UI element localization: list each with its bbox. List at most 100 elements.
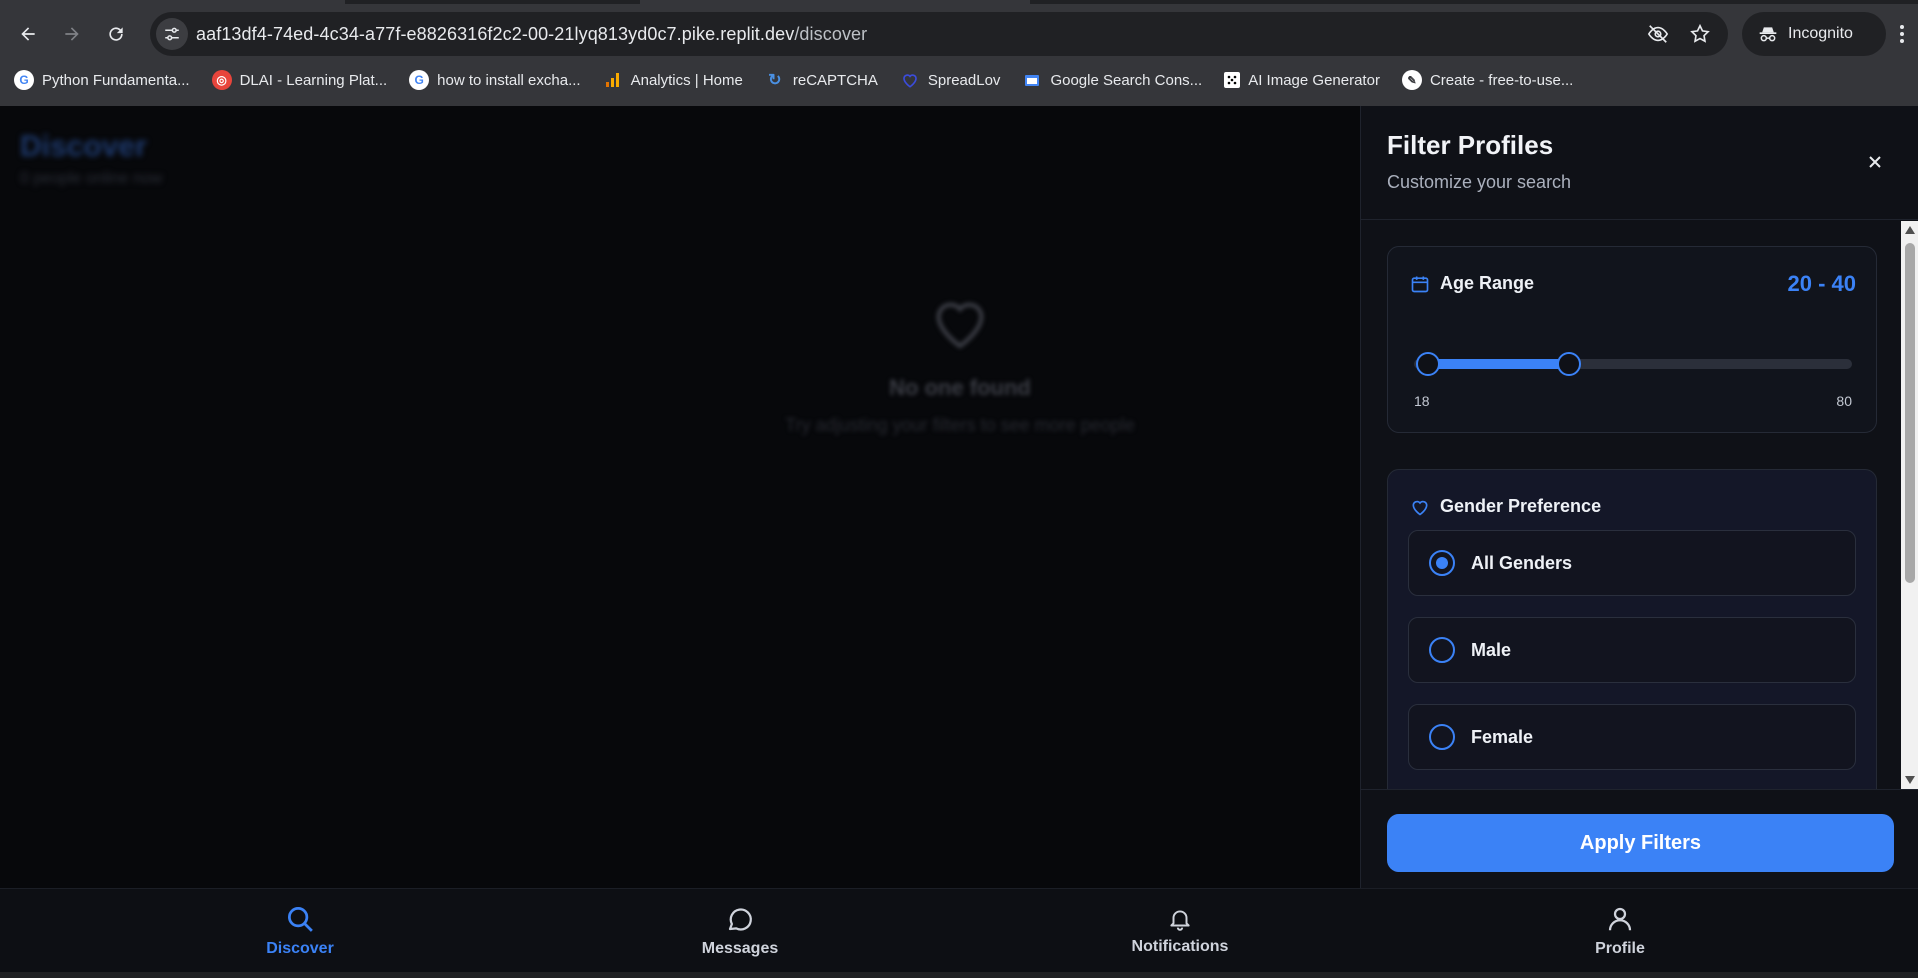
bookmark-item[interactable]: ✎ Create - free-to-use...: [1401, 70, 1574, 90]
gender-preference-card: Gender Preference All Genders Male Femal…: [1387, 469, 1877, 789]
online-count: 0 people online now: [20, 170, 163, 187]
bookmark-item[interactable]: G Python Fundamenta...: [14, 70, 190, 90]
gender-option-label: Female: [1471, 726, 1534, 747]
filter-panel-subtitle: Customize your search: [1387, 172, 1572, 192]
bookmark-item[interactable]: ◎ DLAI - Learning Plat...: [211, 70, 388, 90]
gender-preference-label: Gender Preference: [1440, 496, 1602, 516]
address-bar[interactable]: aaf13df4-74ed-4c34-a77f-e8826316f2c2-00-…: [150, 12, 1728, 56]
bookmark-item[interactable]: Google Search Cons...: [1022, 70, 1202, 90]
gender-option-label: Male: [1471, 639, 1512, 660]
dice-icon: [1224, 72, 1241, 88]
bookmark-item[interactable]: G how to install excha...: [409, 70, 581, 90]
nav-label: Profile: [1595, 940, 1645, 957]
heart-icon: [936, 302, 984, 349]
gender-option[interactable]: Female: [1408, 704, 1856, 770]
age-slider[interactable]: [1414, 352, 1852, 376]
age-range-card: Age Range 20 - 40 18 80: [1387, 246, 1877, 433]
browser-chrome: aaf13df4-74ed-4c34-a77f-e8826316f2c2-00-…: [0, 0, 1918, 106]
bookmark-label: how to install excha...: [437, 71, 581, 89]
age-slider-fill: [1428, 359, 1570, 369]
tab-inactive[interactable]: [640, 0, 1030, 4]
gender-preference-heading: Gender Preference: [1410, 496, 1601, 517]
eye-off-icon[interactable]: [1646, 22, 1670, 46]
scrollbar-thumb[interactable]: [1905, 243, 1915, 583]
heart-icon: [1412, 500, 1428, 516]
create-icon: ✎: [1401, 70, 1422, 90]
scroll-up-icon[interactable]: [1905, 226, 1915, 234]
page-header: Discover 0 people online now: [20, 130, 162, 188]
recaptcha-icon: ↻: [768, 72, 782, 89]
age-range-value: 20 - 40: [1787, 271, 1857, 296]
bottom-nav: Discover Messages Notifications Profile: [0, 888, 1918, 972]
age-slider-min-handle[interactable]: [1416, 352, 1441, 376]
age-slider-max-handle[interactable]: [1557, 352, 1582, 376]
incognito-label: Incognito: [1788, 25, 1853, 42]
calendar-icon: [1411, 276, 1429, 292]
nav-notifications[interactable]: Notifications: [1080, 889, 1280, 973]
scroll-down-icon[interactable]: [1905, 776, 1915, 784]
reload-button[interactable]: [98, 16, 134, 52]
arrow-right-icon: [65, 27, 79, 41]
search-console-icon: [1022, 70, 1042, 90]
bookmark-label: Google Search Cons...: [1050, 71, 1203, 89]
url-host: aaf13df4-74ed-4c34-a77f-e8826316f2c2-00-…: [196, 24, 795, 44]
site-info-icon[interactable]: [156, 18, 188, 50]
arrow-left-icon: [21, 27, 35, 41]
filter-panel: Filter Profiles Customize your search Ag…: [1360, 106, 1918, 888]
nav-messages[interactable]: Messages: [640, 889, 840, 973]
empty-subtitle: Try adjusting your filters to see more p…: [785, 415, 1135, 435]
incognito-button[interactable]: Incognito: [1742, 12, 1886, 56]
url-path: /discover: [794, 24, 868, 44]
bookmark-label: SpreadLov: [927, 71, 1001, 89]
nav-profile[interactable]: Profile: [1520, 889, 1720, 973]
browser-toolbar: aaf13df4-74ed-4c34-a77f-e8826316f2c2-00-…: [0, 12, 1918, 56]
bell-icon: [1170, 910, 1190, 931]
radio-selected-dot: [1436, 557, 1448, 569]
google-g-icon: G: [14, 70, 34, 90]
gender-option[interactable]: All Genders: [1408, 530, 1856, 596]
back-button[interactable]: [10, 16, 46, 52]
google-g-icon: G: [409, 70, 430, 90]
dlai-icon: ◎: [211, 70, 232, 90]
filter-panel-title: Filter Profiles: [1387, 130, 1554, 160]
incognito-icon: [1759, 27, 1777, 42]
bookmark-label: DLAI - Learning Plat...: [239, 71, 388, 89]
bookmark-label: Create - free-to-use...: [1429, 71, 1574, 89]
radio-button[interactable]: [1429, 550, 1455, 576]
bookmark-label: reCAPTCHA: [792, 71, 878, 89]
age-slider-max-label: 80: [1836, 393, 1852, 409]
filter-panel-footer: Apply Filters: [1361, 789, 1918, 888]
empty-state: No one found Try adjusting your filters …: [700, 290, 1220, 436]
nav-label: Notifications: [1131, 938, 1229, 955]
bookmark-item[interactable]: ↻ reCAPTCHA: [765, 70, 878, 90]
user-icon: [1608, 907, 1632, 931]
reload-icon: [109, 27, 123, 41]
url-text[interactable]: aaf13df4-74ed-4c34-a77f-e8826316f2c2-00-…: [196, 24, 867, 45]
bookmark-label: Analytics | Home: [630, 71, 743, 89]
star-icon[interactable]: [1688, 22, 1712, 46]
filter-panel-body[interactable]: Age Range 20 - 40 18 80 Gender Preferenc…: [1361, 221, 1901, 789]
bookmark-item[interactable]: Analytics | Home: [603, 70, 743, 90]
nav-label: Messages: [701, 940, 779, 957]
close-button[interactable]: [1861, 148, 1889, 176]
scrollbar[interactable]: [1901, 221, 1918, 789]
app-page: Discover 0 people online now No one foun…: [0, 106, 1918, 978]
discover-area: Discover 0 people online now No one foun…: [0, 106, 1360, 888]
apply-filters-button[interactable]: Apply Filters: [1387, 814, 1894, 872]
close-icon: [1869, 156, 1881, 168]
filter-panel-header: Filter Profiles Customize your search: [1361, 106, 1918, 220]
nav-discover[interactable]: Discover: [200, 889, 400, 973]
bookmark-item[interactable]: SpreadLov: [900, 70, 1001, 90]
radio-button[interactable]: [1429, 637, 1455, 663]
age-range-heading: Age Range: [1410, 273, 1534, 294]
more-menu-icon[interactable]: [1890, 22, 1914, 46]
radio-button[interactable]: [1429, 724, 1455, 750]
search-icon: [288, 907, 313, 932]
tab-active[interactable]: [0, 0, 345, 4]
gender-option[interactable]: Male: [1408, 617, 1856, 683]
analytics-icon: [603, 70, 623, 90]
forward-button[interactable]: [54, 16, 90, 52]
window-bottom-edge: [0, 972, 1918, 978]
tab-strip: [0, 0, 1918, 4]
bookmark-item[interactable]: AI Image Generator: [1224, 72, 1380, 89]
